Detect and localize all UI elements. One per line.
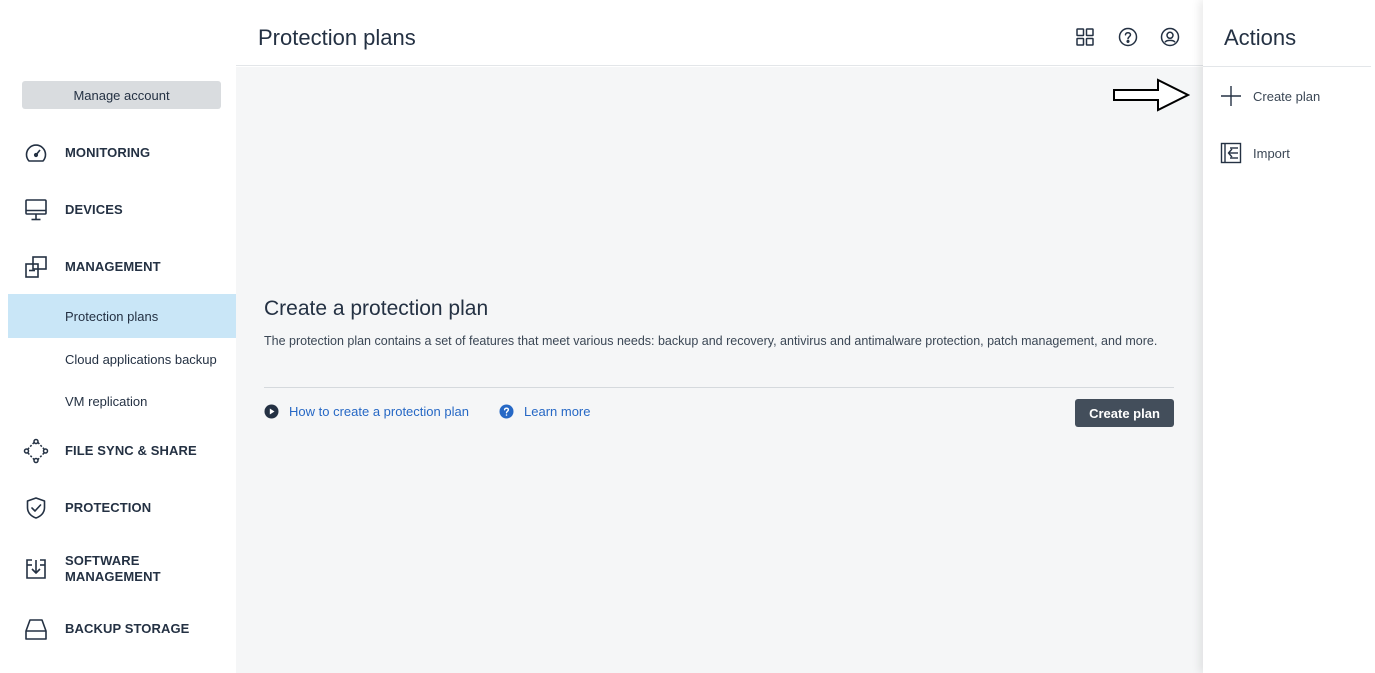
subnav-protection-plans[interactable]: Protection plans xyxy=(8,294,236,338)
nav-protection-label: PROTECTION xyxy=(65,500,152,515)
import-icon xyxy=(1220,142,1242,164)
sidebar: Manage account MONITORING DEVICES MANAGE… xyxy=(0,0,236,673)
plus-icon xyxy=(1220,85,1242,107)
create-plan-button[interactable]: Create plan xyxy=(1075,399,1174,427)
nav-software-management-label: SOFTWARE MANAGEMENT xyxy=(65,553,161,585)
nav-management-label: MANAGEMENT xyxy=(65,259,161,274)
how-to-create-link[interactable]: How to create a protection plan xyxy=(264,404,469,419)
learn-more-link-label: Learn more xyxy=(524,404,591,419)
nav-monitoring[interactable]: MONITORING xyxy=(0,140,236,166)
header: Protection plans xyxy=(236,0,1203,66)
monitor-icon xyxy=(23,197,49,223)
management-icon xyxy=(23,254,49,280)
subnav-vm-replication[interactable]: VM replication xyxy=(8,379,236,423)
help-icon[interactable] xyxy=(1117,26,1139,48)
action-import-label: Import xyxy=(1253,145,1290,161)
share-nodes-icon xyxy=(23,438,49,464)
page-title: Protection plans xyxy=(258,25,416,50)
subnav-cloud-applications-backup[interactable]: Cloud applications backup xyxy=(8,337,236,381)
nav-software-management[interactable]: SOFTWARE MANAGEMENT xyxy=(0,552,236,586)
action-create-plan[interactable]: Create plan xyxy=(1220,85,1320,107)
nav-backup-storage[interactable]: BACKUP STORAGE xyxy=(0,616,236,642)
shield-check-icon xyxy=(23,495,49,521)
actions-title: Actions xyxy=(1224,25,1297,50)
empty-state-description: The protection plan contains a set of fe… xyxy=(264,334,1158,348)
storage-drive-icon xyxy=(23,616,49,642)
main-content: Create a protection plan The protection … xyxy=(236,67,1203,673)
nav-file-sync-share[interactable]: FILE SYNC & SHARE xyxy=(0,438,236,464)
nav-file-sync-share-label: FILE SYNC & SHARE xyxy=(65,443,197,458)
apps-grid-icon[interactable] xyxy=(1074,26,1096,48)
play-icon xyxy=(264,404,279,419)
software-download-icon xyxy=(23,556,49,582)
nav-devices-label: DEVICES xyxy=(65,202,123,217)
action-import[interactable]: Import xyxy=(1220,142,1290,164)
learn-more-link[interactable]: Learn more xyxy=(499,404,590,419)
nav-software-label-line1: SOFTWARE xyxy=(65,553,140,568)
gauge-icon xyxy=(23,140,49,166)
nav-monitoring-label: MONITORING xyxy=(65,145,151,160)
action-create-plan-label: Create plan xyxy=(1253,88,1321,104)
nav-devices[interactable]: DEVICES xyxy=(0,197,236,223)
question-circle-icon xyxy=(499,404,514,419)
how-to-create-link-label: How to create a protection plan xyxy=(289,404,469,419)
actions-divider xyxy=(1203,66,1371,67)
nav-management[interactable]: MANAGEMENT xyxy=(0,254,236,280)
actions-panel: Actions Create plan Import xyxy=(1203,0,1375,673)
divider xyxy=(264,387,1174,388)
nav-protection[interactable]: PROTECTION xyxy=(0,495,236,521)
nav-backup-storage-label: BACKUP STORAGE xyxy=(65,621,190,636)
user-account-icon[interactable] xyxy=(1159,26,1181,48)
annotation-arrow-icon xyxy=(1113,78,1190,112)
manage-account-button[interactable]: Manage account xyxy=(22,81,221,109)
empty-state-title: Create a protection plan xyxy=(264,297,489,320)
nav-software-label-line2: MANAGEMENT xyxy=(65,569,161,584)
